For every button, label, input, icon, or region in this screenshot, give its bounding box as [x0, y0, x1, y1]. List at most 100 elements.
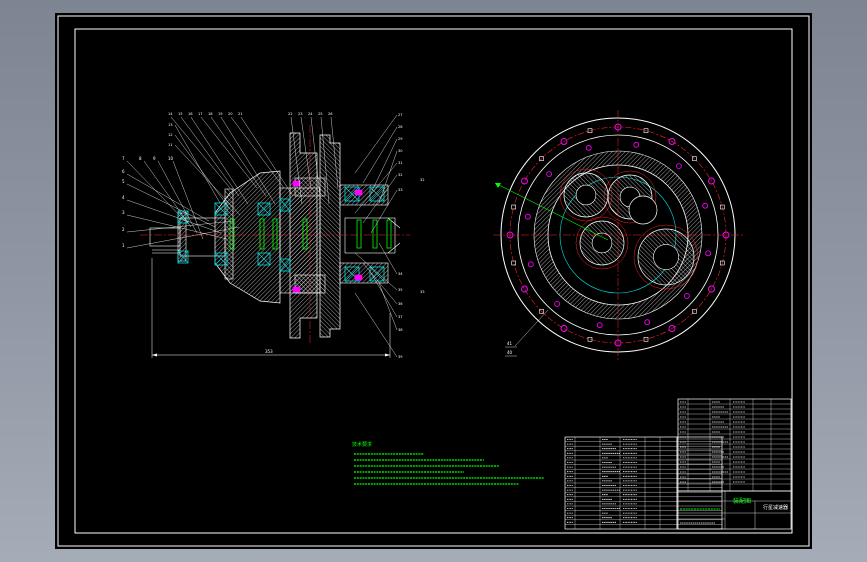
part-balloon-8: 8	[139, 156, 142, 161]
part-balloon-34: 34	[398, 272, 403, 276]
leader-line	[174, 124, 221, 204]
cross-section-view: 3537 8 9 1065432114 15 16 17 18 19 20 21 22 23 24 25 26…	[122, 112, 425, 359]
part-balloon-19: 19	[218, 112, 223, 116]
part-balloon-39: 39	[398, 355, 403, 359]
assembly-drawing: 3537 8 9 1065432114 15 16 17 18 19 20 21 22 23 24 25 26…	[57, 15, 810, 547]
leader-line	[170, 116, 231, 189]
planet-bore	[591, 232, 613, 254]
bolt-section	[292, 180, 301, 187]
gear-tooth-section	[356, 219, 362, 249]
bolt-section	[354, 189, 363, 196]
part-balloon-32: 32	[398, 173, 403, 177]
bolt-head	[511, 260, 517, 266]
bolt-hole	[560, 138, 568, 145]
part-balloon-5: 5	[122, 179, 125, 184]
part-balloon-4: 4	[122, 195, 125, 200]
stud-hole	[684, 292, 690, 299]
part-balloon-11: 11	[168, 143, 173, 147]
part-balloon-17: 17	[198, 112, 203, 116]
leader-line	[200, 116, 258, 189]
stud-hole	[633, 141, 640, 148]
planet-bore	[653, 244, 679, 270]
shaft-chamfer	[387, 217, 401, 229]
technical-requirements-title: 技术要求	[352, 441, 372, 448]
part-balloon-41: 41	[507, 341, 513, 346]
part-balloon-14: 14	[168, 112, 173, 116]
stud-hole	[705, 250, 712, 257]
part-balloon-10: 10	[168, 156, 174, 161]
stud-hole	[702, 202, 709, 209]
cad-drawing-canvas[interactable]: 353 7 8 9 10 6 5 4 3 2 1 14 15 16 17 18 19 20 21 22 23 24 25 26…	[55, 13, 812, 549]
stud-hole	[644, 319, 651, 326]
sun-gear	[628, 195, 658, 225]
stud-hole	[554, 300, 561, 307]
parts-list-frame-upper	[677, 398, 792, 492]
leader-line	[143, 160, 192, 228]
stud-hole	[524, 213, 531, 220]
part-balloon-31: 31	[398, 161, 403, 165]
leader-line	[180, 116, 240, 197]
bolt-hole	[560, 325, 568, 332]
bolt-hole	[521, 285, 528, 293]
title-block: 装配图 行星减速器	[564, 398, 792, 530]
leader-line	[514, 309, 549, 347]
part-balloon-3: 3	[122, 210, 125, 215]
housing-wall	[224, 188, 234, 280]
part-balloon-28: 28	[398, 125, 403, 129]
part-balloon-16: 16	[188, 112, 193, 116]
bolt-head	[511, 204, 517, 210]
part-balloon-38: 38	[398, 328, 403, 332]
part-balloon-29: 29	[398, 137, 403, 141]
input-shaft	[149, 227, 181, 247]
part-balloon-15: 15	[178, 112, 183, 116]
bolt-hole	[521, 177, 528, 185]
part-balloon-23: 23	[298, 112, 303, 116]
stud-hole	[546, 171, 553, 178]
planet-bore	[575, 184, 597, 206]
part-balloon-20: 20	[228, 112, 233, 116]
part-balloon-9: 9	[153, 156, 156, 161]
leader-line	[126, 173, 210, 222]
part-balloon-13: 13	[168, 123, 173, 127]
part-balloon-37: 37	[398, 315, 403, 319]
leader-line	[126, 183, 216, 228]
output-flange	[319, 134, 341, 338]
part-balloon-40: 40	[507, 350, 513, 355]
leader-line	[157, 160, 198, 234]
stud-hole	[596, 322, 603, 329]
stud-hole	[585, 144, 592, 151]
leader-line	[354, 292, 398, 358]
part-balloon-27: 27	[398, 113, 403, 117]
leader-line	[190, 116, 249, 205]
part-balloon-36: 36	[398, 302, 403, 306]
leader-line	[174, 144, 241, 216]
leader-line	[354, 114, 398, 174]
part-balloon-25: 25	[318, 112, 323, 116]
part-balloon-33-alt: 33	[420, 290, 425, 294]
bolt-section	[354, 274, 363, 281]
technical-requirements: 技术要求	[352, 441, 544, 485]
part-balloon-33: 33	[398, 188, 403, 192]
part-balloon-2: 2	[122, 227, 125, 232]
part-balloon-7: 7	[122, 156, 125, 161]
part-balloon-24: 24	[308, 112, 313, 116]
gear-tooth-section	[386, 219, 392, 249]
bolt-section	[292, 286, 301, 293]
part-balloon-18: 18	[208, 112, 213, 116]
stud-hole	[676, 163, 682, 170]
part-balloon-22: 22	[288, 112, 293, 116]
part-balloon-26: 26	[328, 112, 333, 116]
dimension-text: 353	[265, 349, 273, 354]
part-balloon-1: 1	[122, 243, 125, 248]
part-balloon-30: 30	[398, 149, 403, 153]
output-bearing-housing-bottom	[339, 262, 389, 284]
part-balloon-32-alt: 32	[420, 178, 425, 182]
stud-hole	[527, 261, 534, 268]
end-view: 41 40	[493, 110, 743, 360]
part-balloon-6: 6	[122, 169, 125, 174]
part-balloon-12: 12	[168, 133, 173, 137]
part-balloon-21: 21	[238, 112, 243, 116]
leader-line	[210, 116, 267, 197]
leader-line	[378, 282, 398, 331]
title-block-subtitle: 行星减速器	[763, 504, 788, 511]
